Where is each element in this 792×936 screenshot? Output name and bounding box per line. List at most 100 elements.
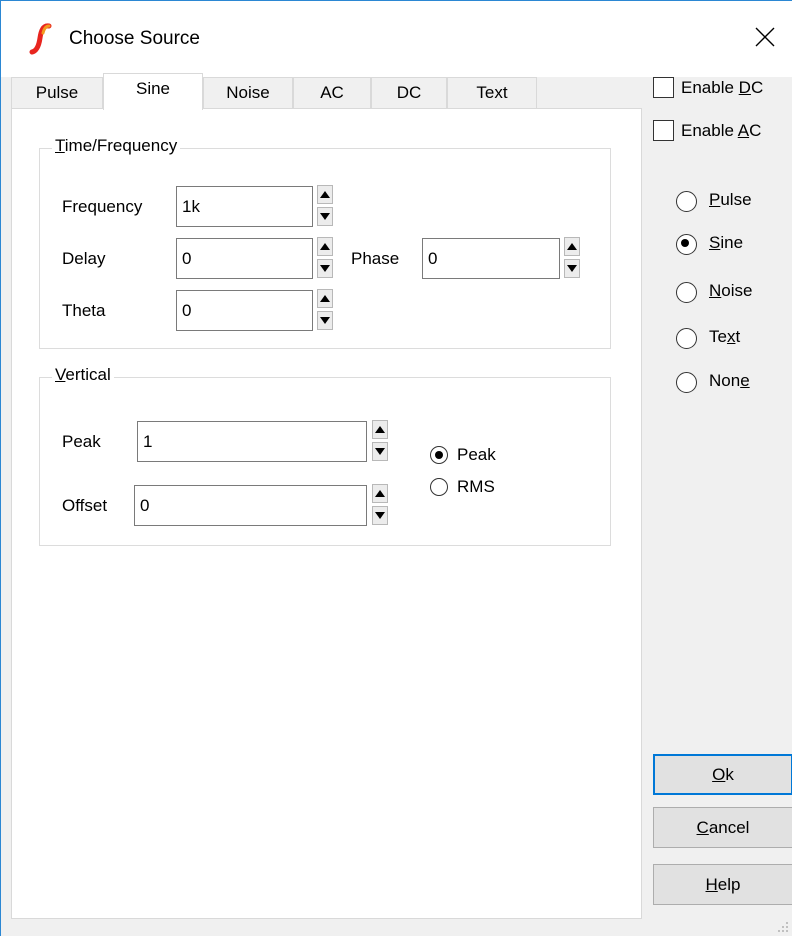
rms-radio-label[interactable]: RMS bbox=[457, 477, 495, 497]
tab-label: Text bbox=[476, 83, 508, 102]
spin-up-icon[interactable] bbox=[317, 237, 333, 256]
tab-sine[interactable]: Sine bbox=[103, 73, 203, 110]
tab-dc[interactable]: DC bbox=[371, 77, 447, 109]
offset-input[interactable]: 0 bbox=[134, 485, 367, 526]
peak-spinner[interactable] bbox=[372, 420, 389, 461]
source-none-label[interactable]: None bbox=[709, 371, 750, 391]
spin-up-icon[interactable] bbox=[564, 237, 580, 256]
spin-up-icon[interactable] bbox=[372, 420, 388, 439]
enable-dc-label[interactable]: Enable DC bbox=[681, 78, 763, 98]
label-text: ine bbox=[720, 233, 744, 252]
tab-pulse[interactable]: Pulse bbox=[11, 77, 103, 109]
vertical-group: Vertical Peak 1 Offset 0 Peak RMS bbox=[39, 365, 611, 546]
group-legend: Vertical bbox=[52, 365, 114, 385]
spin-down-icon[interactable] bbox=[317, 311, 333, 330]
tab-label: Noise bbox=[226, 83, 270, 102]
enable-dc-checkbox[interactable] bbox=[653, 77, 674, 98]
phase-spinner[interactable] bbox=[564, 237, 581, 278]
ok-button[interactable]: Ok bbox=[653, 754, 792, 795]
theta-input[interactable]: 0 bbox=[176, 290, 313, 331]
phase-input[interactable]: 0 bbox=[422, 238, 560, 279]
frequency-input[interactable]: 1k bbox=[176, 186, 313, 227]
legend-mnemonic: T bbox=[55, 136, 65, 155]
spin-up-icon[interactable] bbox=[317, 289, 333, 308]
label-text: ulse bbox=[720, 190, 752, 209]
enable-ac-label[interactable]: Enable AC bbox=[681, 121, 761, 141]
label-mnemonic: N bbox=[709, 281, 722, 300]
spin-up-icon[interactable] bbox=[372, 484, 388, 503]
window-title: Choose Source bbox=[69, 28, 200, 49]
spin-down-icon[interactable] bbox=[372, 442, 388, 461]
rms-radio[interactable] bbox=[430, 478, 448, 496]
label-text: t bbox=[735, 327, 741, 346]
delay-spinner[interactable] bbox=[317, 237, 334, 278]
resize-grip-icon[interactable] bbox=[777, 921, 789, 933]
source-pulse-radio[interactable] bbox=[676, 191, 697, 212]
time-frequency-group: Time/Frequency Frequency 1k Delay 0 Phas… bbox=[39, 136, 611, 349]
label-text: C bbox=[750, 78, 764, 97]
legend-text: ertical bbox=[65, 365, 111, 384]
legend-text: ime/Frequency bbox=[64, 136, 178, 155]
simetrix-logo-icon bbox=[29, 23, 52, 55]
frequency-label: Frequency bbox=[62, 197, 143, 216]
tab-label: DC bbox=[396, 83, 422, 102]
label-mnemonic: A bbox=[737, 121, 750, 140]
spin-down-icon[interactable] bbox=[372, 506, 388, 525]
label-text: Non bbox=[709, 371, 741, 390]
label-text: C bbox=[749, 121, 762, 140]
spin-down-icon[interactable] bbox=[317, 207, 333, 226]
delay-label: Delay bbox=[62, 249, 106, 268]
enable-ac-checkbox[interactable] bbox=[653, 120, 674, 141]
label-text: Te bbox=[709, 327, 727, 346]
label-mnemonic: e bbox=[740, 371, 750, 390]
source-text-label[interactable]: Text bbox=[709, 327, 740, 347]
button-text: k bbox=[725, 765, 734, 784]
label-mnemonic: P bbox=[709, 190, 721, 209]
cancel-button[interactable]: Cancel bbox=[653, 807, 792, 848]
button-mnemonic: H bbox=[705, 875, 718, 894]
source-sine-label[interactable]: Sine bbox=[709, 233, 743, 253]
button-text: elp bbox=[717, 875, 741, 894]
group-legend: Time/Frequency bbox=[52, 136, 181, 156]
frequency-spinner[interactable] bbox=[317, 185, 334, 226]
tab-text[interactable]: Text bbox=[447, 77, 537, 109]
source-noise-radio[interactable] bbox=[676, 282, 697, 303]
peak-radio-label[interactable]: Peak bbox=[457, 445, 496, 465]
spin-up-icon[interactable] bbox=[317, 185, 333, 204]
title-bar[interactable]: Choose Source bbox=[1, 1, 792, 77]
peak-radio[interactable] bbox=[430, 446, 448, 464]
choose-source-dialog: Choose Source Pulse Sine Noise AC DC Tex… bbox=[0, 0, 792, 936]
label-mnemonic: D bbox=[738, 78, 751, 97]
source-pulse-label[interactable]: Pulse bbox=[709, 190, 752, 210]
label-text: Enable bbox=[681, 121, 738, 140]
tab-noise[interactable]: Noise bbox=[203, 77, 293, 109]
delay-input[interactable]: 0 bbox=[176, 238, 313, 279]
tab-label: Sine bbox=[135, 79, 171, 98]
button-text: ancel bbox=[708, 818, 750, 837]
theta-spinner[interactable] bbox=[317, 289, 334, 330]
close-icon bbox=[755, 27, 775, 47]
offset-label: Offset bbox=[62, 496, 108, 515]
help-button[interactable]: Help bbox=[653, 864, 792, 905]
spin-down-icon[interactable] bbox=[317, 259, 333, 278]
spin-down-icon[interactable] bbox=[564, 259, 580, 278]
peak-label: Peak bbox=[62, 432, 101, 451]
close-button[interactable] bbox=[737, 1, 792, 73]
button-mnemonic: O bbox=[712, 765, 726, 784]
theta-label: Theta bbox=[62, 301, 106, 320]
source-noise-label[interactable]: Noise bbox=[709, 281, 752, 301]
offset-spinner[interactable] bbox=[372, 484, 389, 525]
source-text-radio[interactable] bbox=[676, 328, 697, 349]
label-text: oise bbox=[721, 281, 753, 300]
peak-input[interactable]: 1 bbox=[137, 421, 367, 462]
tab-ac[interactable]: AC bbox=[293, 77, 371, 109]
button-mnemonic: C bbox=[696, 818, 709, 837]
label-mnemonic: S bbox=[709, 233, 721, 252]
source-sine-radio[interactable] bbox=[676, 234, 697, 255]
legend-mnemonic: V bbox=[55, 365, 66, 384]
phase-label: Phase bbox=[351, 249, 400, 268]
tab-label: AC bbox=[320, 83, 344, 102]
source-none-radio[interactable] bbox=[676, 372, 697, 393]
sine-tab-panel: Time/Frequency Frequency 1k Delay 0 Phas… bbox=[11, 108, 642, 919]
tab-label: Pulse bbox=[35, 83, 79, 102]
